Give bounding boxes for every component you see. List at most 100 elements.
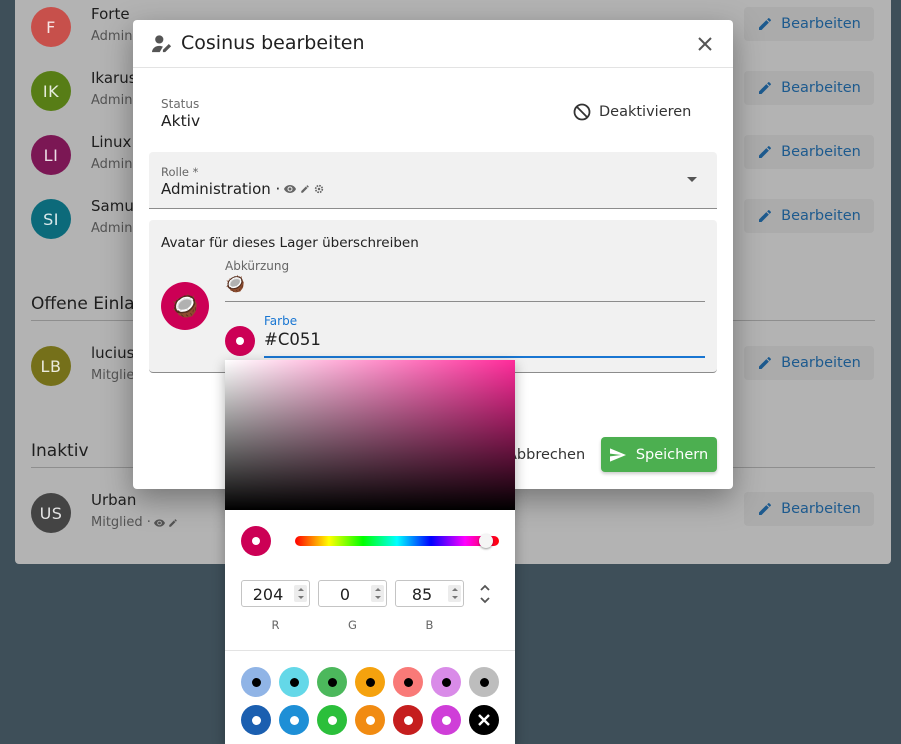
color-swatch-button[interactable] [225,326,255,356]
green-label: G [348,618,357,632]
abbreviation-input[interactable]: 🥥 [225,274,245,293]
edit-button[interactable]: Bearbeiten [744,7,874,41]
color-swatch-center [236,337,244,345]
pencil-icon [759,503,772,515]
hue-slider-thumb[interactable] [479,534,493,548]
role-value: Administration · [161,180,324,198]
color-swatch[interactable] [393,667,423,697]
swatch-center [289,715,299,725]
member-role: Mitglied · [91,515,178,530]
edit-button-label: Bearbeiten [781,501,861,517]
eye-icon [153,518,165,527]
block-icon [573,103,591,121]
swatch-center [251,677,261,687]
member-name: Forte [91,5,130,23]
save-label: Speichern [635,446,709,463]
cancel-button[interactable]: Abbrechen [507,437,587,472]
clear-color-swatch[interactable] [469,705,499,735]
swatch-center [403,677,413,687]
user-edit-icon [152,35,172,53]
avatar: IK [31,71,71,111]
member-name: Urban [91,491,137,509]
avatar-override-card: Avatar für dieses Lager überschreiben 🥥 … [149,220,717,373]
dialog-header: Cosinus bearbeiten [133,20,733,68]
pencil-icon [169,518,177,527]
color-swatch[interactable] [431,705,461,735]
member-role: Admin [91,157,133,172]
swatch-center [327,677,337,687]
red-stepper[interactable] [294,585,307,602]
blue-stepper[interactable] [448,585,461,602]
pencil-icon [301,185,310,193]
color-swatch[interactable] [279,705,309,735]
send-icon [609,447,626,462]
edit-button[interactable]: Bearbeiten [744,199,874,233]
color-swatch[interactable] [279,667,309,697]
color-swatch[interactable] [317,705,347,735]
green-input[interactable] [323,584,367,604]
avatar: LB [31,346,71,386]
status-label: Status [161,97,200,111]
avatar-preview: 🥥 [161,282,209,330]
color-swatch[interactable] [469,667,499,697]
color-swatch[interactable] [393,705,423,735]
color-swatch[interactable] [317,667,347,697]
role-value-text: Administration · [161,180,281,198]
chevron-down-icon [451,596,458,600]
edit-button[interactable]: Bearbeiten [744,71,874,105]
chevron-down-icon [297,596,304,600]
avatar: LI [31,135,71,175]
saturation-value-canvas[interactable] [225,360,515,510]
close-button[interactable] [693,32,717,56]
avatar: US [31,493,71,533]
edit-button-label: Bearbeiten [781,80,861,96]
avatar-card-title: Avatar für dieses Lager überschreiben [161,235,419,251]
pencil-icon [759,210,772,222]
swatch-center [251,715,261,725]
chevron-down-icon [374,596,381,600]
red-label: R [271,618,280,632]
green-stepper[interactable] [371,585,384,602]
member-role: Admin [91,29,133,44]
blue-input[interactable] [400,584,444,604]
dropdown-arrow-icon [687,177,697,182]
mode-toggle-icon[interactable] [478,582,492,606]
member-name: Ikarus [91,69,137,87]
color-input-underline [264,356,705,358]
pencil-icon [759,357,772,369]
close-icon [698,37,712,51]
edit-button-label: Bearbeiten [781,144,861,160]
gear-icon [315,184,324,194]
edit-button[interactable]: Bearbeiten [744,492,874,526]
swatch-center [365,715,375,725]
swatch-center [289,677,299,687]
chevron-up-icon [374,587,381,591]
color-swatch[interactable] [355,667,385,697]
chevron-up-icon [297,587,304,591]
deactivate-button[interactable]: Deaktivieren [573,98,701,126]
hue-slider[interactable] [295,536,499,546]
edit-button-label: Bearbeiten [781,208,861,224]
member-role-text: Mitglied · [91,515,151,530]
edit-button[interactable]: Bearbeiten [744,346,874,380]
cancel-label: Abbrechen [507,446,586,463]
close-icon [478,714,490,726]
color-picker: R G B [225,360,515,744]
save-button[interactable]: Speichern [601,437,717,472]
green-field [318,580,387,607]
swatch-center [327,715,337,725]
red-field [241,580,310,607]
color-swatch[interactable] [431,667,461,697]
role-select[interactable]: Rolle * Administration · [149,152,717,209]
swatch-center [441,715,451,725]
swatch-center [403,715,413,725]
color-swatch[interactable] [355,705,385,735]
color-input[interactable] [264,330,564,349]
abbreviation-label: Abkürzung [225,259,290,273]
color-swatch[interactable] [241,705,271,735]
avatar: SI [31,199,71,239]
color-swatch[interactable] [241,667,271,697]
edit-button[interactable]: Bearbeiten [744,135,874,169]
red-input[interactable] [246,584,290,604]
abbreviation-underline [225,301,705,302]
